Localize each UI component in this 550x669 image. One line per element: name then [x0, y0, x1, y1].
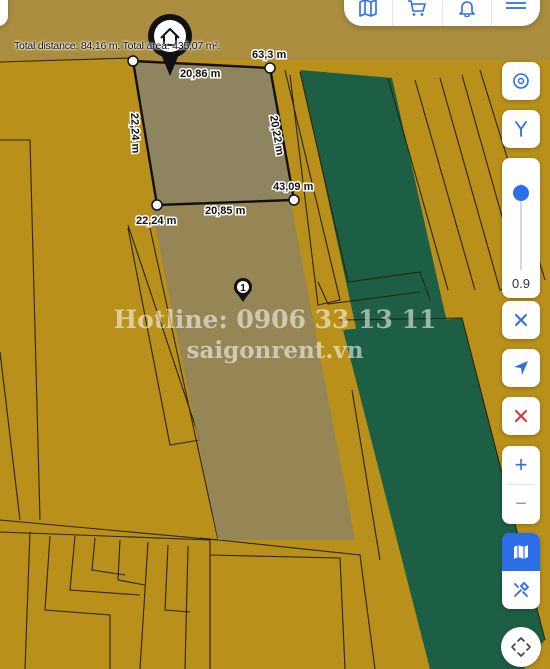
menu-button[interactable] [492, 0, 540, 26]
zoom-out-button[interactable]: − [502, 485, 540, 523]
watermark-site: saigonrent.vn [186, 337, 364, 364]
measured-polygon[interactable] [131, 59, 296, 207]
clear-icon [515, 410, 527, 422]
tools-icon [514, 581, 530, 597]
fork-button[interactable] [502, 110, 540, 148]
vertex-handle[interactable] [151, 199, 163, 211]
vertex-handle[interactable] [127, 55, 139, 67]
info-compass-icon [513, 73, 529, 89]
recenter-icon [511, 637, 531, 657]
vertex-label-bottom-right: 43,09 m [273, 181, 314, 193]
opacity-value: 0.9 [511, 276, 531, 291]
measurement-summary: Total distance: 84,16 m; Total area: 435… [14, 40, 221, 52]
map-book-button[interactable] [344, 0, 394, 26]
map-canvas[interactable]: 20,86 m 20,22 m 20,85 m 22,24 m 63,3 m 4… [0, 0, 550, 669]
tools-button[interactable] [502, 571, 540, 609]
cart-button[interactable] [393, 0, 443, 26]
menu-icon [505, 2, 526, 9]
parcel-marker-number: 1 [240, 283, 246, 294]
edge-label-bottom: 20,85 m [205, 205, 246, 217]
zoom-in-button[interactable]: + [502, 446, 540, 484]
zoom-in-label: + [514, 452, 528, 477]
zoom-out-label: − [515, 492, 527, 515]
close-icon [515, 314, 527, 326]
fork-icon [515, 121, 527, 137]
vertex-label-bottom-left: 22,24 m [136, 215, 177, 227]
vertex-handle[interactable] [288, 194, 300, 206]
top-toolbar [344, 0, 540, 26]
close-layer-button[interactable] [502, 301, 540, 339]
map-book-icon [359, 0, 377, 17]
opacity-slider-thumb[interactable] [513, 184, 529, 201]
clear-button[interactable] [502, 397, 540, 435]
vertex-label-top-right: 63,3 m [252, 49, 286, 61]
bell-icon [458, 1, 475, 17]
vertex-handle[interactable] [264, 62, 276, 74]
cart-icon [408, 0, 427, 16]
edge-label-left: 22,24 m [128, 113, 141, 154]
zoom-control: + − [502, 446, 540, 524]
edge-label-top: 20,86 m [180, 68, 221, 80]
info-button[interactable] [502, 62, 540, 100]
locate-arrow-icon [514, 361, 528, 375]
layers-map-icon [514, 545, 528, 559]
watermark-hotline: Hotline: 0906 33 13 11 [113, 305, 437, 334]
layer-tools [502, 533, 540, 609]
map-layers-button[interactable] [502, 533, 540, 571]
opacity-slider[interactable]: 0.9 [502, 158, 540, 298]
locate-button[interactable] [502, 349, 540, 387]
recenter-button[interactable] [501, 627, 541, 667]
notifications-button[interactable] [443, 0, 492, 26]
